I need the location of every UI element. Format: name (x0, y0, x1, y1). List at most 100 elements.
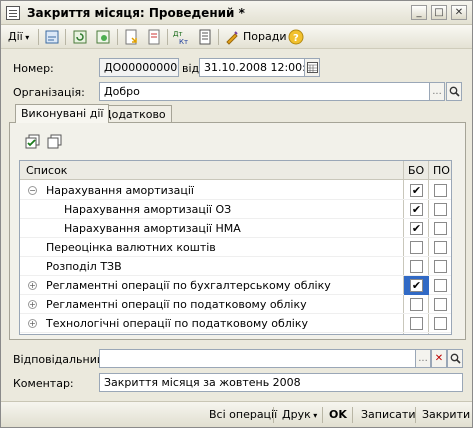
calendar-button[interactable] (304, 58, 320, 77)
bo-checkbox[interactable] (410, 260, 423, 273)
row-label: Нарахування амортизації НМА (64, 222, 241, 235)
calendar-icon (307, 62, 318, 73)
table-row[interactable]: Нарахування амортизації ОЗ ✔ (20, 200, 451, 219)
search-icon (450, 353, 461, 364)
clear-icon[interactable]: ✕ (431, 349, 447, 368)
table-row[interactable]: Розподіл ТЗВ (20, 257, 451, 276)
check-all-icon[interactable] (25, 134, 41, 150)
toolbar-separator (117, 29, 118, 45)
organization-field[interactable]: Добро (99, 82, 430, 101)
tips-label: Поради (243, 30, 287, 43)
bo-checkbox[interactable] (410, 317, 423, 330)
row-label: Переоцінка валютних коштів (46, 241, 216, 254)
window-title: Закриття місяця: Проведений * (27, 6, 245, 20)
chevron-down-icon: ▾ (310, 411, 318, 420)
po-checkbox[interactable] (434, 279, 447, 292)
save-button[interactable]: Записати (361, 406, 415, 424)
row-label: Нарахування амортизації (46, 184, 194, 197)
row-label: Технологічні операції по податковому обл… (46, 317, 309, 330)
date-field[interactable]: 31.10.2008 12:00:01 (199, 58, 305, 77)
table-row[interactable]: Нарахування амортизації НМА ✔ (20, 219, 451, 238)
fill-icon[interactable] (95, 29, 111, 45)
organization-select-button[interactable]: ... (429, 82, 445, 101)
table-row[interactable]: − Нарахування амортизації ✔ (20, 181, 451, 200)
collapse-icon[interactable]: − (28, 186, 37, 195)
row-label: Регламентні операції по бухгалтерському … (46, 279, 331, 292)
refresh-icon[interactable] (72, 29, 88, 45)
po-checkbox[interactable] (434, 203, 447, 216)
table-header: Список БО ПО (20, 161, 451, 180)
bottom-separator (352, 407, 353, 423)
table-row[interactable]: + Регламентні операції по бухгалтерському… (20, 276, 451, 295)
row-label: Регламентні операції по податковому облі… (46, 298, 307, 311)
toolbar-separator (38, 29, 39, 45)
bottom-bar: Всі операції Друк ▾ OK Записати Закрити (1, 401, 472, 427)
po-column-header: ПО (433, 164, 450, 177)
bottom-separator (322, 407, 323, 423)
responsible-label: Відповідальний: (13, 353, 108, 366)
bo-checkbox[interactable] (410, 241, 423, 254)
toolbar-separator (65, 29, 66, 45)
expand-icon[interactable]: + (28, 319, 37, 328)
print-menu[interactable]: Друк ▾ (282, 406, 317, 424)
bottom-separator (273, 407, 274, 423)
organization-label: Організація: (13, 86, 85, 99)
po-checkbox[interactable] (434, 317, 447, 330)
minimize-button[interactable]: _ (411, 5, 427, 20)
po-checkbox[interactable] (434, 184, 447, 197)
document-window: Закриття місяця: Проведений * _ □ ✕ Дії … (0, 0, 473, 428)
svg-text:Кт: Кт (179, 38, 188, 45)
comment-label: Коментар: (13, 377, 74, 390)
actions-menu[interactable]: Дії ▾ (8, 28, 29, 46)
row-label: Розподіл ТЗВ (46, 260, 122, 273)
po-checkbox[interactable] (434, 260, 447, 273)
responsible-field[interactable] (99, 349, 416, 368)
all-operations-button[interactable]: Всі операції (209, 406, 277, 424)
expand-icon[interactable]: + (28, 281, 37, 290)
tab-performed-actions[interactable]: Виконувані дії (15, 104, 110, 123)
number-field[interactable]: ДО000000001 (99, 58, 179, 77)
svg-text:?: ? (293, 33, 299, 44)
document-icon (6, 6, 20, 20)
toolbar-separator (167, 29, 168, 45)
organization-open-button[interactable] (446, 82, 462, 101)
report-icon[interactable] (197, 29, 213, 45)
bottom-separator (415, 407, 416, 423)
bo-checkbox[interactable]: ✔ (410, 184, 423, 197)
search-icon (449, 86, 460, 97)
bo-checkbox[interactable]: ✔ (410, 222, 423, 235)
ok-button[interactable]: OK (329, 406, 347, 424)
po-checkbox[interactable] (434, 298, 447, 311)
row-label: Нарахування амортизації ОЗ (64, 203, 232, 216)
table-row[interactable]: + Регламентні операції по податковому обл… (20, 295, 451, 314)
structure-icon[interactable] (146, 29, 162, 45)
help-icon: ? (288, 29, 304, 45)
bo-checkbox[interactable] (410, 298, 423, 311)
actions-menu-label: Дії (8, 30, 23, 43)
responsible-open-button[interactable] (447, 349, 463, 368)
debit-credit-icon[interactable]: ДтКт (173, 29, 189, 45)
table-row[interactable]: Переоцінка валютних коштів (20, 238, 451, 257)
expand-icon[interactable]: + (28, 300, 37, 309)
tips-icon (226, 31, 238, 45)
list-column-header: Список (26, 164, 68, 177)
toolbar-separator (218, 29, 219, 45)
close-button[interactable]: Закрити (422, 406, 470, 424)
post-document-icon[interactable] (44, 29, 60, 45)
uncheck-all-icon[interactable] (47, 134, 63, 150)
chevron-down-icon: ▾ (22, 33, 30, 42)
number-label: Номер: (13, 62, 54, 75)
close-window-button[interactable]: ✕ (451, 5, 467, 20)
bo-checkbox[interactable]: ✔ (410, 203, 423, 216)
print-menu-label: Друк (282, 408, 311, 421)
title-bar: Закриття місяця: Проведений * _ □ ✕ (1, 1, 472, 25)
bo-checkbox[interactable]: ✔ (410, 279, 423, 292)
svg-text:Дт: Дт (173, 30, 183, 38)
responsible-select-button[interactable]: ... (415, 349, 431, 368)
comment-field[interactable]: Закриття місяця за жовтень 2008 (99, 373, 463, 392)
maximize-button[interactable]: □ (431, 5, 447, 20)
table-row[interactable]: + Технологічні операції по податковому об… (20, 314, 451, 333)
create-based-on-icon[interactable] (123, 29, 139, 45)
po-checkbox[interactable] (434, 222, 447, 235)
po-checkbox[interactable] (434, 241, 447, 254)
